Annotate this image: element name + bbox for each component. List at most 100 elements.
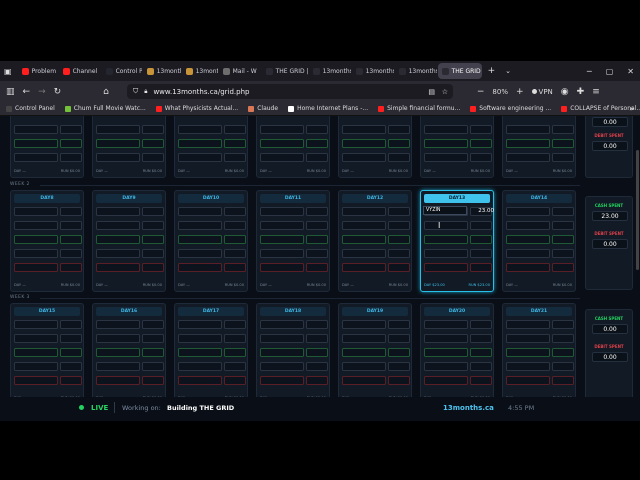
expense-name-cell[interactable] (96, 221, 140, 230)
expense-amount-cell[interactable] (388, 320, 410, 329)
expense-name-cell[interactable] (342, 249, 386, 258)
reload-button[interactable]: ↻ (54, 87, 62, 97)
expense-name-cell[interactable] (342, 362, 386, 371)
expense-amount-cell[interactable] (224, 249, 246, 258)
expense-name-cell[interactable] (178, 263, 222, 272)
expense-name-cell[interactable] (506, 207, 550, 216)
close-window-button[interactable]: ✕ (627, 67, 634, 76)
expense-amount-cell[interactable] (60, 362, 82, 371)
expense-name-cell[interactable] (424, 139, 468, 148)
expense-amount-cell[interactable] (60, 263, 82, 272)
expense-amount-cell[interactable] (60, 139, 82, 148)
expense-name-cell[interactable] (424, 362, 468, 371)
expense-name-cell[interactable] (178, 207, 222, 216)
expense-amount-cell[interactable] (552, 334, 574, 343)
zoom-level[interactable]: 80% (492, 88, 508, 96)
expense-name-cell[interactable] (424, 249, 468, 258)
browser-tab[interactable]: 13months.ca (352, 63, 394, 79)
expense-name-cell[interactable] (178, 235, 222, 244)
expense-name-cell[interactable] (178, 139, 222, 148)
expense-name-cell[interactable] (14, 320, 58, 329)
day-header[interactable]: DAY17 (178, 307, 244, 316)
sidebar-toggle-icon[interactable]: ▥ (6, 87, 15, 97)
expense-amount-cell[interactable] (552, 362, 574, 371)
expense-amount-cell[interactable] (552, 221, 574, 230)
expense-amount-cell[interactable] (552, 263, 574, 272)
expense-name-cell[interactable] (506, 125, 550, 134)
debit-spent-value[interactable]: 0.00 (592, 352, 628, 362)
expense-name-cell[interactable] (506, 376, 550, 385)
expense-amount-cell[interactable] (306, 376, 328, 385)
expense-name-cell[interactable] (14, 139, 58, 148)
expense-name-cell[interactable] (260, 334, 304, 343)
expense-amount-cell[interactable] (224, 235, 246, 244)
day-header[interactable]: DAY12 (342, 194, 408, 203)
cash-spent-value[interactable]: 23.00 (592, 211, 628, 221)
expense-amount-cell[interactable] (224, 153, 246, 162)
reader-view-icon[interactable]: ▤ (428, 88, 435, 96)
expense-amount-cell[interactable] (470, 235, 492, 244)
expense-name-cell[interactable] (96, 334, 140, 343)
day-header[interactable]: DAY21 (506, 307, 572, 316)
zoom-out-button[interactable]: − (477, 87, 485, 97)
expense-amount-cell[interactable] (306, 221, 328, 230)
back-button[interactable]: ← (23, 87, 31, 97)
url-bar[interactable]: ⛉ 🔒︎ www.13months.ca/grid.php ▤ ☆ (127, 84, 453, 99)
maximize-button[interactable]: ▢ (606, 67, 614, 76)
expense-amount-cell[interactable] (142, 249, 164, 258)
bookmark-item[interactable]: Chum Full Movie Watc... (64, 105, 146, 112)
debit-spent-value[interactable]: 0.00 (592, 141, 628, 151)
expense-name-cell[interactable] (424, 235, 468, 244)
browser-tab[interactable]: Control P (102, 63, 142, 79)
browser-tab[interactable]: Channel (59, 63, 101, 79)
debit-spent-value[interactable]: 0.00 (592, 239, 628, 249)
expense-amount-cell[interactable] (306, 125, 328, 134)
bookmark-item[interactable]: What Physicists Actual... (155, 105, 238, 112)
expense-amount-cell[interactable] (142, 376, 164, 385)
expense-name-cell[interactable] (14, 362, 58, 371)
day-header[interactable]: DAY14 (506, 194, 572, 203)
day-header[interactable]: DAY16 (96, 307, 162, 316)
expense-amount-cell[interactable] (552, 249, 574, 258)
url-text[interactable]: www.13months.ca/grid.php (153, 88, 249, 96)
expense-name-cell[interactable] (342, 376, 386, 385)
expense-amount-cell[interactable] (142, 334, 164, 343)
new-tab-button[interactable]: + (488, 66, 496, 76)
browser-tab[interactable]: 13months.ca (309, 63, 351, 79)
menu-icon[interactable]: ≡ (592, 87, 600, 97)
expense-name-cell[interactable] (260, 263, 304, 272)
expense-amount-cell[interactable] (306, 263, 328, 272)
expense-amount-value[interactable]: 23.00 (470, 206, 494, 215)
expense-name-cell[interactable] (14, 376, 58, 385)
expense-name-cell[interactable] (96, 139, 140, 148)
home-button[interactable]: ⌂ (103, 87, 109, 97)
expense-amount-cell[interactable] (470, 263, 492, 272)
expense-amount-cell[interactable] (388, 249, 410, 258)
expense-name-cell[interactable] (424, 125, 468, 134)
expense-name-cell[interactable] (424, 153, 468, 162)
expense-amount-cell[interactable] (60, 153, 82, 162)
expense-name-cell[interactable] (96, 207, 140, 216)
browser-tab[interactable]: 13month (143, 63, 181, 79)
expense-name-cell[interactable] (424, 221, 468, 230)
expense-name-cell[interactable] (506, 221, 550, 230)
expense-name-cell[interactable] (342, 348, 386, 357)
expense-amount-cell[interactable] (60, 249, 82, 258)
bookmark-item[interactable]: Software engineering ... (470, 105, 551, 112)
expense-amount-cell[interactable] (470, 221, 492, 230)
expense-name-cell[interactable] (506, 334, 550, 343)
expense-name-cell[interactable] (178, 153, 222, 162)
expense-name-cell[interactable] (424, 348, 468, 357)
expense-amount-cell[interactable] (470, 139, 492, 148)
expense-name-cell[interactable] (260, 376, 304, 385)
browser-tab[interactable]: THE GRID✕ (437, 63, 482, 79)
expense-name-cell[interactable] (342, 125, 386, 134)
expense-amount-cell[interactable] (306, 139, 328, 148)
expense-name-cell[interactable] (178, 221, 222, 230)
expense-amount-cell[interactable] (470, 348, 492, 357)
expense-name-cell[interactable] (260, 221, 304, 230)
expense-amount-cell[interactable] (552, 207, 574, 216)
page-scrollbar[interactable] (636, 150, 639, 270)
expense-name-cell[interactable] (424, 334, 468, 343)
expense-name-cell[interactable] (178, 320, 222, 329)
